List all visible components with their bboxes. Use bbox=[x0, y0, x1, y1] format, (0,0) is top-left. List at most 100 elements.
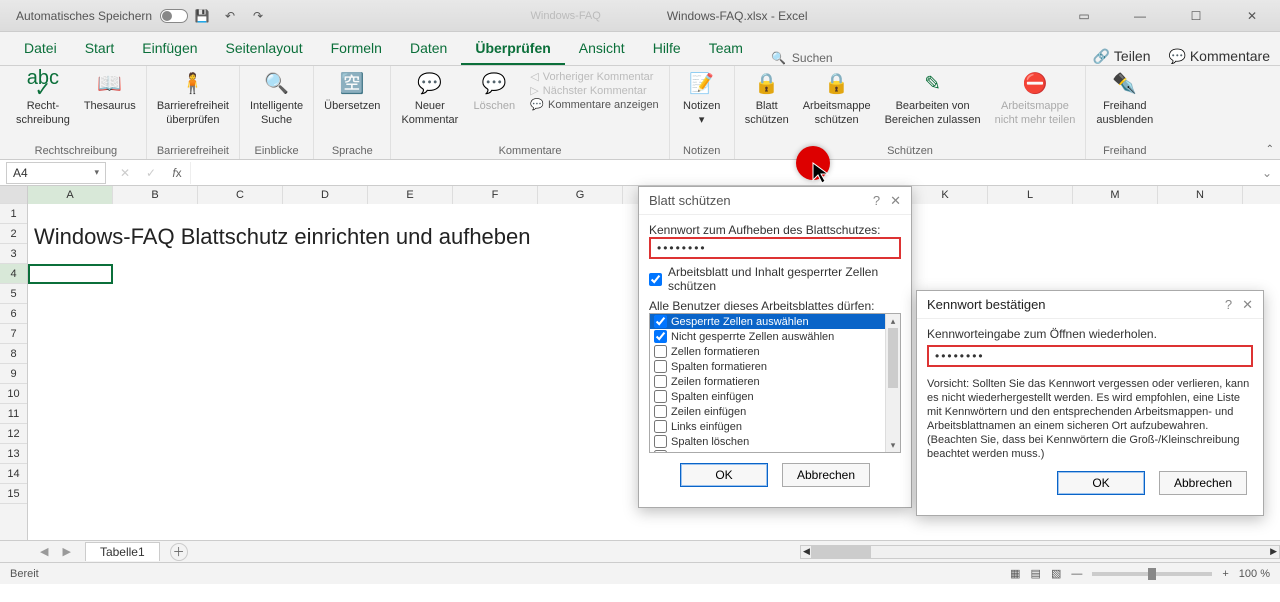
autosave-toggle[interactable]: Automatisches Speichern bbox=[16, 9, 188, 23]
undo-icon[interactable]: ↶ bbox=[220, 6, 240, 26]
redo-icon[interactable]: ↷ bbox=[248, 6, 268, 26]
notes-button[interactable]: 📝Notizen▾ bbox=[680, 70, 724, 126]
allow-users-label: Alle Benutzer dieses Arbeitsblattes dürf… bbox=[649, 299, 901, 313]
sheet-tab-1[interactable]: Tabelle1 bbox=[85, 542, 160, 561]
horizontal-scrollbar[interactable]: ◀ ▶ bbox=[800, 545, 1280, 559]
delete-comment-button: 💬Löschen bbox=[472, 70, 516, 112]
dialog-help-icon[interactable]: ? bbox=[873, 193, 880, 209]
cancel-button[interactable]: Abbrechen bbox=[1159, 471, 1247, 495]
dialog-close-icon[interactable]: ✕ bbox=[1242, 297, 1253, 313]
ok-button[interactable]: OK bbox=[680, 463, 768, 487]
perm-item[interactable]: Zeilen einfügen bbox=[650, 404, 900, 419]
sheet-nav-prev-icon[interactable]: ◀ bbox=[40, 545, 48, 558]
minimize-icon[interactable]: — bbox=[1122, 2, 1158, 30]
row-headers[interactable]: 123 4 567 8910 111213 1415 bbox=[0, 186, 28, 540]
protect-workbook-button[interactable]: 🔒Arbeitsmappeschützen bbox=[803, 70, 871, 126]
tab-seitenlayout[interactable]: Seitenlayout bbox=[212, 31, 317, 65]
ribbon: abc✓Recht-schreibung 📖Thesaurus Rechtsch… bbox=[0, 66, 1280, 160]
perm-item[interactable]: Spalten einfügen bbox=[650, 389, 900, 404]
next-comment-button: ▷ Nächster Kommentar bbox=[530, 84, 658, 97]
collapse-ribbon-icon[interactable]: ⌃ bbox=[1266, 144, 1274, 155]
cancel-formula-icon[interactable]: ✕ bbox=[112, 166, 138, 180]
thesaurus-button[interactable]: 📖Thesaurus bbox=[84, 70, 136, 112]
group-barrierefreiheit: Barrierefreiheit bbox=[157, 145, 229, 157]
group-notizen: Notizen bbox=[683, 145, 720, 157]
formula-input[interactable] bbox=[190, 162, 1254, 184]
group-sprache: Sprache bbox=[332, 145, 373, 157]
add-sheet-button[interactable]: ＋ bbox=[170, 543, 188, 561]
ribbon-display-icon[interactable]: ▭ bbox=[1066, 2, 1102, 30]
status-bar: Bereit ▦ ▤ ▧ — + 100 % bbox=[0, 562, 1280, 584]
tab-start[interactable]: Start bbox=[71, 31, 129, 65]
save-icon[interactable]: 💾 bbox=[192, 6, 212, 26]
new-comment-button[interactable]: 💬NeuerKommentar bbox=[401, 70, 458, 126]
accessibility-button[interactable]: 🧍Barrierefreiheitüberprüfen bbox=[157, 70, 229, 126]
password-input[interactable]: •••••••• bbox=[649, 237, 901, 259]
password-label: Kennwort zum Aufheben des Blattschutzes: bbox=[649, 223, 901, 237]
ink-hide-button[interactable]: ✒️Freihandausblenden bbox=[1096, 70, 1153, 126]
comments-button[interactable]: 💬 Kommentare bbox=[1169, 48, 1270, 65]
search-box[interactable]: 🔍 Suchen bbox=[771, 51, 833, 65]
perm-item[interactable]: Links einfügen bbox=[650, 419, 900, 434]
list-scrollbar[interactable]: ▴ ▾ bbox=[885, 314, 900, 452]
password-warning: Vorsicht: Sollten Sie das Kennwort verge… bbox=[927, 377, 1253, 461]
tab-daten[interactable]: Daten bbox=[396, 31, 461, 65]
spellcheck-button[interactable]: abc✓Recht-schreibung bbox=[16, 70, 70, 126]
view-normal-icon[interactable]: ▦ bbox=[1010, 567, 1020, 580]
expand-formula-icon[interactable]: ⌄ bbox=[1254, 166, 1280, 180]
tab-einfuegen[interactable]: Einfügen bbox=[128, 31, 211, 65]
tab-hilfe[interactable]: Hilfe bbox=[639, 31, 695, 65]
show-comments-button[interactable]: 💬 Kommentare anzeigen bbox=[530, 98, 658, 111]
dialog-help-icon[interactable]: ? bbox=[1225, 297, 1232, 313]
enter-formula-icon[interactable]: ✓ bbox=[138, 166, 164, 180]
close-icon[interactable]: ✕ bbox=[1234, 2, 1270, 30]
perm-item[interactable]: Zellen formatieren bbox=[650, 344, 900, 359]
view-layout-icon[interactable]: ▤ bbox=[1031, 567, 1041, 580]
maximize-icon[interactable]: ☐ bbox=[1178, 2, 1214, 30]
unshare-workbook-button: ⛔Arbeitsmappenicht mehr teilen bbox=[995, 70, 1076, 126]
zoom-slider[interactable] bbox=[1092, 572, 1212, 576]
tab-team[interactable]: Team bbox=[695, 31, 757, 65]
dialog-close-icon[interactable]: ✕ bbox=[890, 193, 901, 209]
dialog-titlebar[interactable]: Blatt schützen ? ✕ bbox=[639, 187, 911, 215]
tab-ansicht[interactable]: Ansicht bbox=[565, 31, 639, 65]
select-all-corner[interactable] bbox=[0, 186, 27, 204]
sheet-nav-next-icon[interactable]: ▶ bbox=[62, 545, 70, 558]
tab-datei[interactable]: Datei bbox=[10, 31, 71, 65]
dialog-title: Blatt schützen bbox=[649, 193, 731, 208]
scroll-up-icon[interactable]: ▴ bbox=[886, 314, 900, 328]
dialog-titlebar[interactable]: Kennwort bestätigen ? ✕ bbox=[917, 291, 1263, 319]
share-button[interactable]: 🔗 Teilen bbox=[1093, 48, 1151, 65]
scroll-down-icon[interactable]: ▾ bbox=[886, 438, 900, 452]
allow-edit-ranges-button[interactable]: ✎Bearbeiten vonBereichen zulassen bbox=[885, 70, 981, 126]
zoom-level[interactable]: 100 % bbox=[1239, 568, 1270, 580]
document-title: Windows-FAQ.xlsx - Excel bbox=[667, 9, 808, 23]
name-box[interactable]: A4▾ bbox=[6, 162, 106, 184]
perm-item[interactable]: Nicht gesperrte Zellen auswählen bbox=[650, 329, 900, 344]
ok-button[interactable]: OK bbox=[1057, 471, 1145, 495]
chevron-down-icon[interactable]: ▾ bbox=[94, 167, 99, 178]
fx-icon[interactable]: fx bbox=[164, 166, 190, 180]
toggle-off-icon[interactable] bbox=[160, 9, 188, 23]
protect-contents-checkbox[interactable]: Arbeitsblatt und Inhalt gesperrter Zelle… bbox=[649, 265, 901, 293]
perm-item[interactable]: Gesperrte Zellen auswählen bbox=[650, 314, 900, 329]
cancel-button[interactable]: Abbrechen bbox=[782, 463, 870, 487]
translate-button[interactable]: 🈳Übersetzen bbox=[324, 70, 380, 112]
brand-faded: Windows-FAQ bbox=[531, 10, 601, 22]
zoom-out-icon[interactable]: — bbox=[1071, 568, 1082, 580]
perm-item[interactable]: Spalten formatieren bbox=[650, 359, 900, 374]
protect-sheet-button[interactable]: 🔒Blattschützen bbox=[745, 70, 789, 126]
confirm-password-input[interactable]: •••••••• bbox=[927, 345, 1253, 367]
group-einblicke: Einblicke bbox=[255, 145, 299, 157]
tab-formeln[interactable]: Formeln bbox=[317, 31, 396, 65]
zoom-in-icon[interactable]: + bbox=[1222, 568, 1228, 580]
title-bar: Automatisches Speichern 💾 ↶ ↷ Windows-FA… bbox=[0, 0, 1280, 32]
smart-lookup-button[interactable]: 🔍IntelligenteSuche bbox=[250, 70, 303, 126]
sheet-tabs: ◀ ▶ Tabelle1 ＋ ◀ ▶ bbox=[0, 540, 1280, 562]
perm-item[interactable]: Zeilen löschen bbox=[650, 449, 900, 453]
perm-item[interactable]: Spalten löschen bbox=[650, 434, 900, 449]
permissions-list[interactable]: Gesperrte Zellen auswählen Nicht gesperr… bbox=[649, 313, 901, 453]
tab-ueberpruefen[interactable]: Überprüfen bbox=[461, 31, 564, 65]
view-break-icon[interactable]: ▧ bbox=[1051, 567, 1061, 580]
perm-item[interactable]: Zeilen formatieren bbox=[650, 374, 900, 389]
